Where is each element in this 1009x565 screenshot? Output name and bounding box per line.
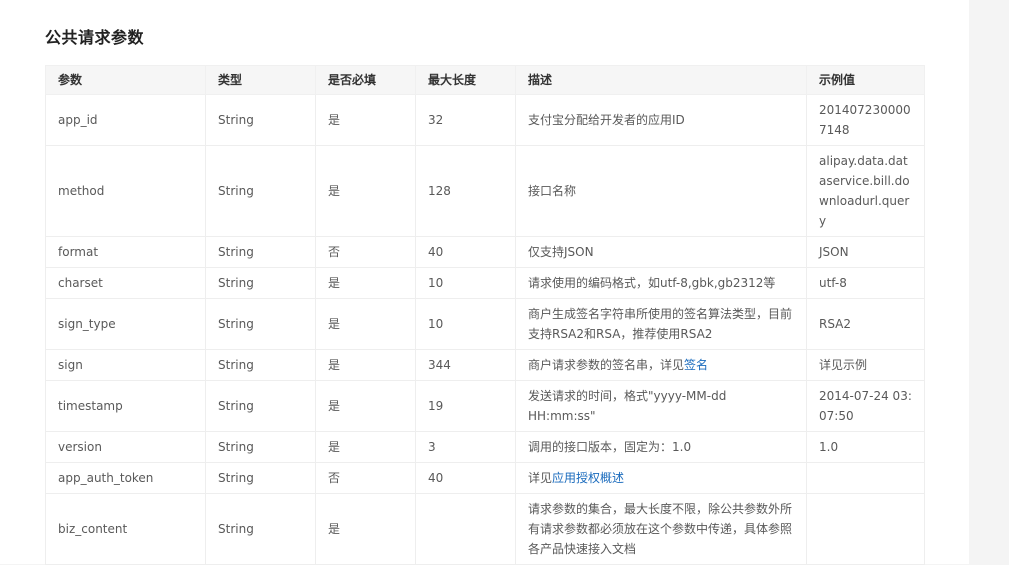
table-row: timestamp String 是 19 发送请求的时间，格式"yyyy-MM… [45,380,925,432]
param-required: 是 [315,94,416,146]
param-required: 是 [315,380,416,432]
param-description: 详见应用授权概述 [515,462,807,494]
param-type: String [205,236,316,268]
param-example: 1.0 [806,431,925,463]
param-type: String [205,431,316,463]
param-description: 接口名称 [515,145,807,237]
param-required: 是 [315,145,416,237]
param-required: 是 [315,431,416,463]
param-name: charset [45,267,206,299]
description-text: 支付宝分配给开发者的应用ID [528,113,685,127]
param-description: 商户请求参数的签名串，详见签名 [515,349,807,381]
col-header-example: 示例值 [806,65,925,95]
table-row: format String 否 40 仅支持JSON JSON [45,236,925,268]
param-example [806,462,925,494]
param-type: String [205,462,316,494]
param-type: String [205,298,316,350]
param-type: String [205,145,316,237]
param-name: sign_type [45,298,206,350]
param-description: 支付宝分配给开发者的应用ID [515,94,807,146]
description-text: 请求使用的编码格式，如utf-8,gbk,gb2312等 [528,276,776,290]
table-row: biz_content String 是 请求参数的集合，最大长度不限，除公共参… [45,493,925,565]
param-description: 调用的接口版本，固定为：1.0 [515,431,807,463]
param-name: format [45,236,206,268]
table-row: sign String 是 344 商户请求参数的签名串，详见签名 详见示例 [45,349,925,381]
param-name: biz_content [45,493,206,565]
col-header-param: 参数 [45,65,206,95]
description-text: 调用的接口版本，固定为：1.0 [528,440,692,454]
param-description: 请求参数的集合，最大长度不限，除公共参数外所有请求参数都必须放在这个参数中传递，… [515,493,807,565]
param-max-length: 10 [415,267,516,299]
description-text: 发送请求的时间，格式"yyyy-MM-dd HH:mm:ss" [528,389,727,423]
param-example [806,493,925,565]
description-text: 接口名称 [528,184,577,198]
table-row: app_auth_token String 否 40 详见应用授权概述 [45,462,925,494]
param-max-length: 40 [415,462,516,494]
param-type: String [205,94,316,146]
param-example: RSA2 [806,298,925,350]
param-required: 否 [315,462,416,494]
param-name: app_id [45,94,206,146]
param-example: 2014072300007148 [806,94,925,146]
param-name: method [45,145,206,237]
param-example: 2014-07-24 03:07:50 [806,380,925,432]
param-max-length [415,493,516,565]
param-description: 请求使用的编码格式，如utf-8,gbk,gb2312等 [515,267,807,299]
param-name: sign [45,349,206,381]
description-text: 商户生成签名字符串所使用的签名算法类型，目前支持RSA2和RSA，推荐使用RSA… [528,307,793,341]
right-side-rail [969,0,1009,564]
table-row: method String 是 128 接口名称 alipay.data.dat… [45,145,925,237]
param-type: String [205,267,316,299]
param-max-length: 19 [415,380,516,432]
col-header-required: 是否必填 [315,65,416,95]
table-row: sign_type String 是 10 商户生成签名字符串所使用的签名算法类… [45,298,925,350]
param-max-length: 128 [415,145,516,237]
param-name: timestamp [45,380,206,432]
param-example: utf-8 [806,267,925,299]
param-max-length: 40 [415,236,516,268]
param-name: app_auth_token [45,462,206,494]
param-required: 是 [315,298,416,350]
col-header-type: 类型 [205,65,316,95]
col-header-description: 描述 [515,65,807,95]
param-max-length: 10 [415,298,516,350]
param-max-length: 344 [415,349,516,381]
param-required: 是 [315,493,416,565]
param-description: 商户生成签名字符串所使用的签名算法类型，目前支持RSA2和RSA，推荐使用RSA… [515,298,807,350]
public-request-params-table: 参数 类型 是否必填 最大长度 描述 示例值 app_id String 是 3… [45,65,925,565]
description-text: 详见 [528,471,553,485]
table-row: charset String 是 10 请求使用的编码格式，如utf-8,gbk… [45,267,925,299]
param-required: 否 [315,236,416,268]
param-type: String [205,493,316,565]
param-example: JSON [806,236,925,268]
param-name: version [45,431,206,463]
param-description: 发送请求的时间，格式"yyyy-MM-dd HH:mm:ss" [515,380,807,432]
param-type: String [205,380,316,432]
param-max-length: 3 [415,431,516,463]
table-row: version String 是 3 调用的接口版本，固定为：1.0 1.0 [45,431,925,463]
section-title: 公共请求参数 [45,28,145,47]
param-example: alipay.data.dataservice.bill.downloadurl… [806,145,925,237]
description-text: 请求参数的集合，最大长度不限，除公共参数外所有请求参数都必须放在这个参数中传递，… [528,502,793,556]
app-auth-overview-link[interactable]: 应用授权概述 [552,471,624,485]
param-description: 仅支持JSON [515,236,807,268]
signature-link[interactable]: 签名 [684,358,708,372]
param-type: String [205,349,316,381]
param-required: 是 [315,267,416,299]
param-required: 是 [315,349,416,381]
table-header-row: 参数 类型 是否必填 最大长度 描述 示例值 [45,65,925,95]
param-example: 详见示例 [806,349,925,381]
description-text: 仅支持JSON [528,245,594,259]
col-header-max-length: 最大长度 [415,65,516,95]
param-max-length: 32 [415,94,516,146]
description-text: 商户请求参数的签名串，详见 [528,358,685,372]
table-row: app_id String 是 32 支付宝分配给开发者的应用ID 201407… [45,94,925,146]
main-content: 公共请求参数 参数 类型 是否必填 最大长度 描述 示例值 app_id Str… [0,0,969,565]
